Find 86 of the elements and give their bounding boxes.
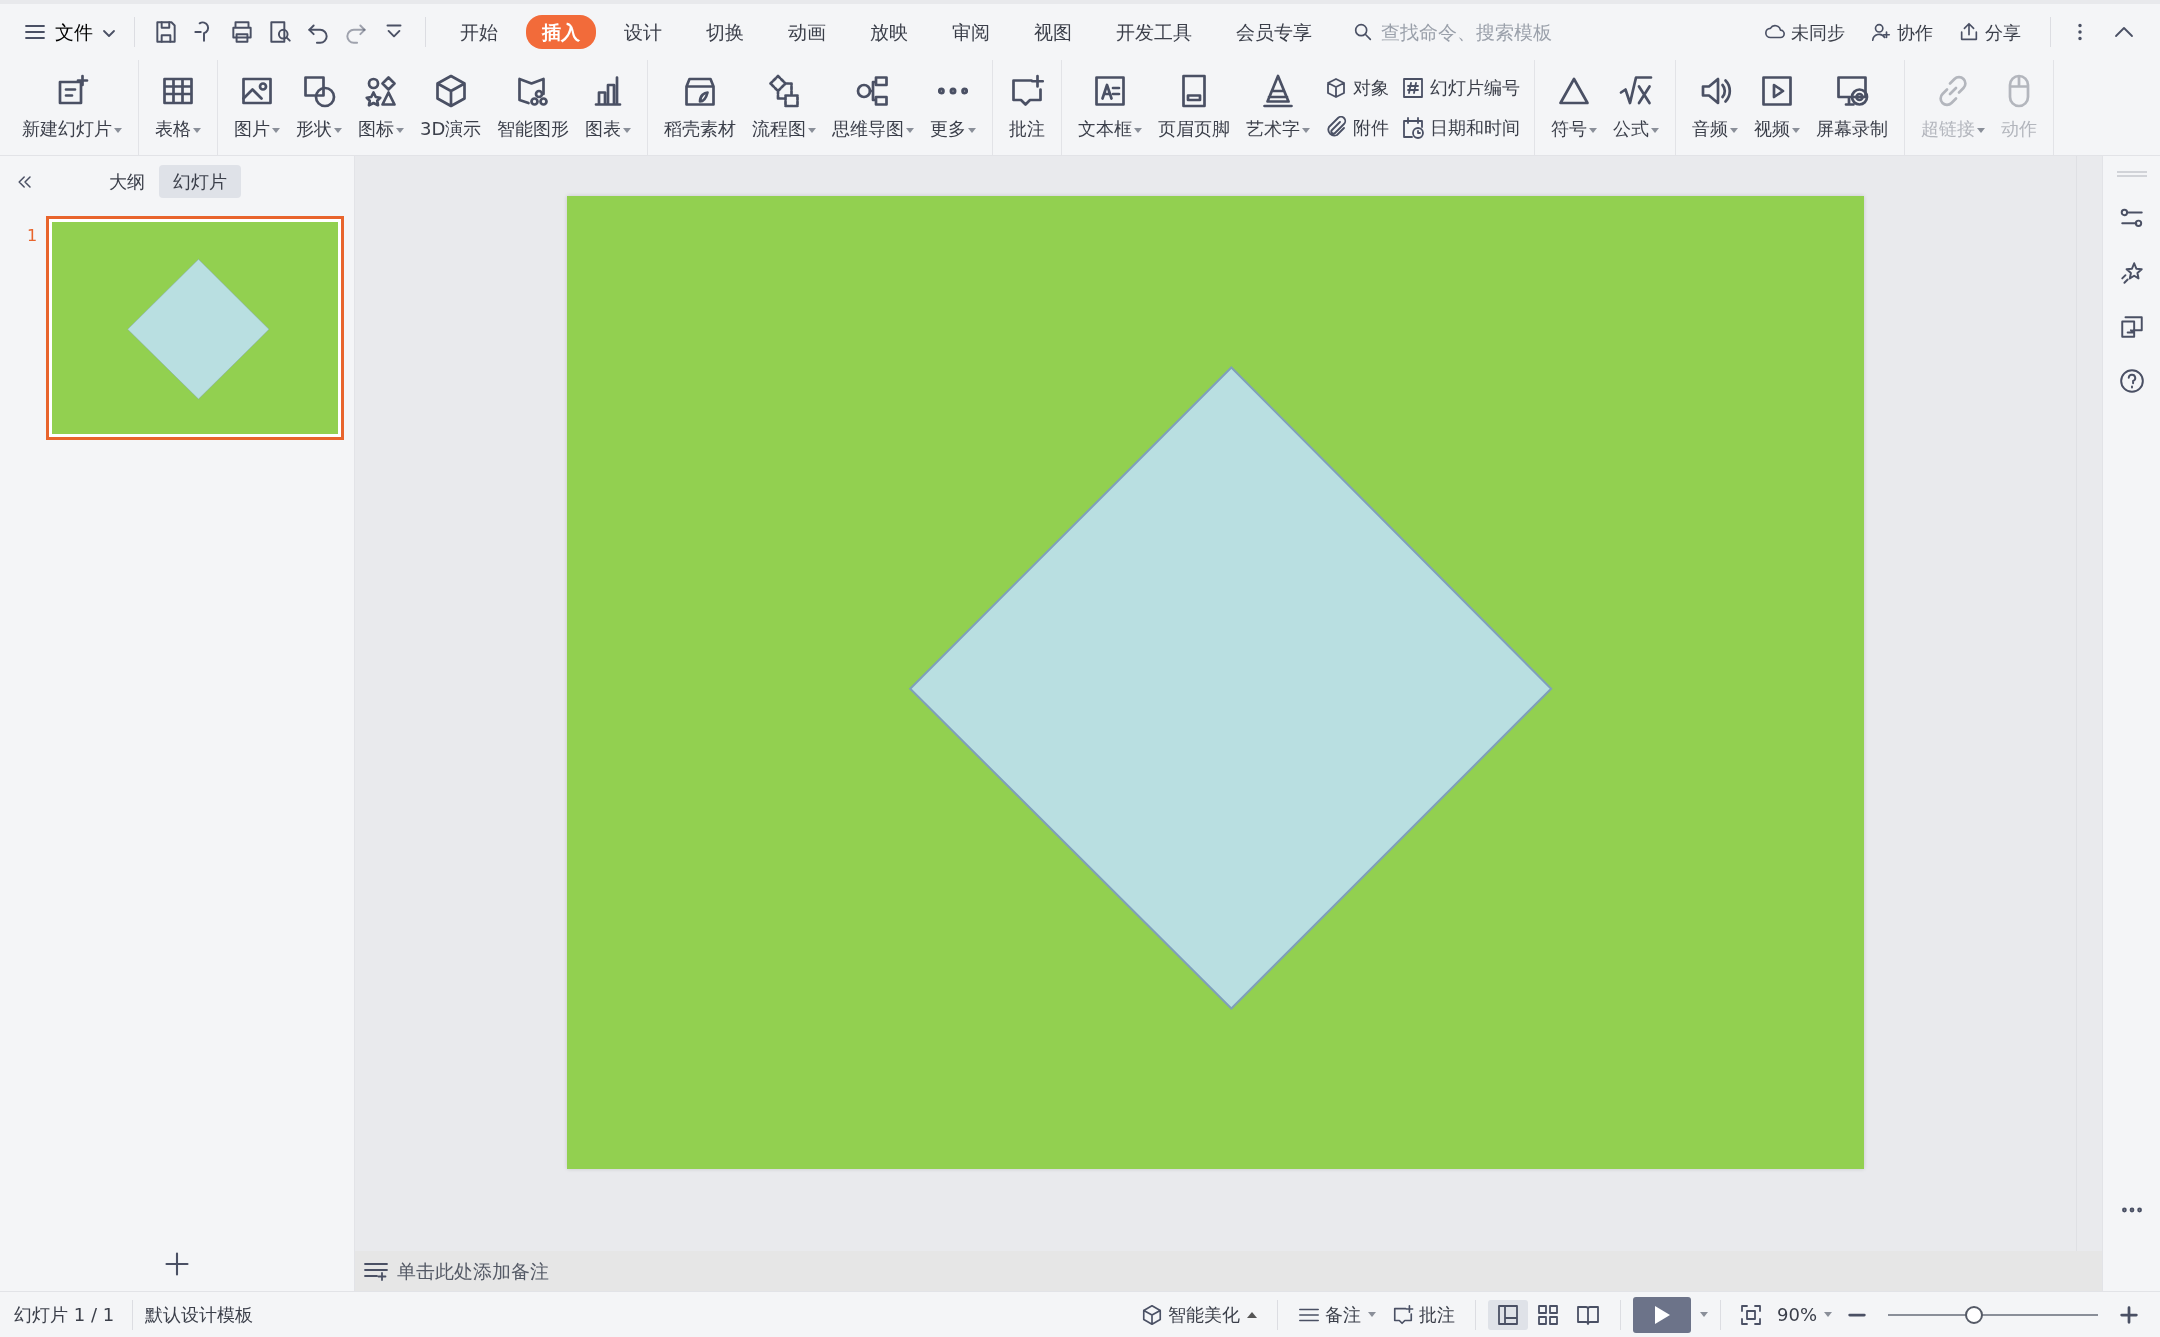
drag-handle-icon[interactable] [2116, 170, 2147, 178]
caret-icon[interactable] [1700, 1312, 1708, 1317]
menu-tab[interactable]: 审阅 [936, 14, 1006, 50]
shapes-icon [301, 73, 337, 109]
comment-icon [1009, 73, 1046, 109]
print-preview-icon[interactable] [267, 19, 293, 45]
print-icon[interactable] [229, 19, 255, 45]
add-user-icon [1870, 21, 1892, 43]
ribbon-button[interactable]: 屏幕录制 [1808, 69, 1897, 146]
icons-icon [363, 73, 399, 109]
beautify-button[interactable]: 智能美化 [1133, 1298, 1265, 1331]
menu-tab[interactable]: 动画 [772, 14, 842, 50]
menu-tab[interactable]: 放映 [854, 14, 924, 50]
ribbon-button[interactable]: 形状 [288, 69, 350, 146]
slideshow-button[interactable] [1633, 1296, 1691, 1333]
slide-thumbnail[interactable] [46, 216, 345, 440]
panel-tab[interactable]: 幻灯片 [159, 165, 241, 198]
ribbon-button[interactable]: 日期和时间 [1395, 112, 1527, 143]
hash-icon [1401, 75, 1426, 100]
ribbon-button[interactable]: 批注 [1001, 69, 1054, 146]
add-icon[interactable] [163, 1250, 191, 1278]
menu-tab[interactable]: 会员专享 [1220, 14, 1328, 50]
slide-counter: 幻灯片 1 / 1 [14, 1303, 116, 1327]
caret-icon [1368, 1312, 1376, 1317]
menu-tab[interactable]: 开发工具 [1100, 14, 1208, 50]
help-icon[interactable] [2118, 368, 2145, 394]
chevron-down-icon [102, 28, 116, 39]
ribbon-button[interactable]: 艺术字 [1238, 69, 1319, 146]
ribbon-button[interactable]: 稻壳素材 [656, 69, 745, 146]
comments-button[interactable]: 批注 [1384, 1298, 1463, 1331]
calendar-clock-icon [1401, 115, 1426, 140]
ribbon-button[interactable]: 幻灯片编号 [1395, 72, 1527, 103]
search-field[interactable]: 查找命令、搜索模板 [1378, 16, 1639, 48]
ribbon-button[interactable]: 文本框 [1070, 69, 1151, 146]
notes-icon [363, 1260, 389, 1282]
slide-number: 1 [27, 225, 38, 247]
ribbon-button[interactable]: 图标 [350, 69, 412, 146]
ribbon-button[interactable]: 图片 [226, 69, 288, 146]
screen-icon[interactable] [2118, 314, 2145, 340]
ribbon-button[interactable]: 音频 [1684, 69, 1747, 146]
ribbon-button[interactable]: 智能图形 [489, 69, 578, 146]
ribbon-button[interactable]: 图表 [577, 69, 640, 146]
zoom-level[interactable]: 90% [1769, 1298, 1840, 1331]
caret-icon [1247, 1311, 1257, 1318]
slider-thumb[interactable] [1965, 1305, 1984, 1324]
more-icon [938, 87, 969, 95]
menu-tab[interactable]: 设计 [608, 14, 678, 50]
ribbon-button[interactable]: 公式 [1605, 69, 1668, 146]
cube-icon [1141, 1303, 1163, 1326]
zoom-in-icon[interactable] [2118, 1303, 2140, 1326]
menu-tab[interactable]: 切换 [690, 14, 760, 50]
toolbar-action[interactable]: 未同步 [1756, 15, 1853, 49]
save-icon[interactable] [153, 19, 179, 45]
star-icon[interactable] [2118, 260, 2145, 286]
ribbon-button[interactable]: 表格 [147, 69, 209, 146]
toolbar-action[interactable]: 协作 [1862, 15, 1941, 49]
template-name: 默认设计模板 [145, 1303, 255, 1327]
paperclip-icon [1324, 115, 1349, 140]
ribbon-button[interactable]: 更多 [922, 69, 985, 146]
menu-tab[interactable]: 开始 [444, 14, 514, 50]
ribbon-button[interactable]: 附件 [1318, 112, 1396, 143]
ribbon-button[interactable]: 视频 [1746, 69, 1809, 146]
ribbon-button[interactable]: 页眉页脚 [1150, 69, 1239, 146]
view-button[interactable] [1488, 1299, 1528, 1330]
ribbon-button[interactable]: 符号 [1543, 69, 1606, 146]
grid-view-icon [1536, 1302, 1560, 1327]
ribbon-button[interactable]: 3D演示 [412, 69, 490, 146]
share-icon [1958, 21, 1980, 43]
ribbon-button[interactable]: 思维导图 [824, 69, 923, 146]
file-menu[interactable]: 文件 [18, 13, 122, 51]
search-icon [1352, 21, 1374, 43]
play-icon [1653, 1304, 1671, 1325]
normal-view-icon [1496, 1302, 1520, 1327]
toolbar-action[interactable]: 分享 [1950, 15, 2029, 49]
menu-tab[interactable]: 视图 [1018, 14, 1088, 50]
notes-button[interactable]: 备注 [1290, 1298, 1384, 1331]
caret-icon [1824, 1312, 1832, 1317]
panel-tab[interactable]: 大纲 [95, 165, 159, 198]
screen-record-icon [1834, 73, 1871, 109]
ribbon-button[interactable]: 流程图 [744, 69, 825, 146]
comment-icon [1392, 1303, 1414, 1326]
notes-field[interactable]: 单击此处添加备注 [355, 1251, 2102, 1291]
ribbon-button[interactable]: 对象 [1318, 72, 1396, 103]
menu-icon [24, 23, 46, 41]
ribbon-button[interactable]: 新建幻灯片 [14, 69, 130, 146]
fit-icon[interactable] [1739, 1302, 1763, 1327]
